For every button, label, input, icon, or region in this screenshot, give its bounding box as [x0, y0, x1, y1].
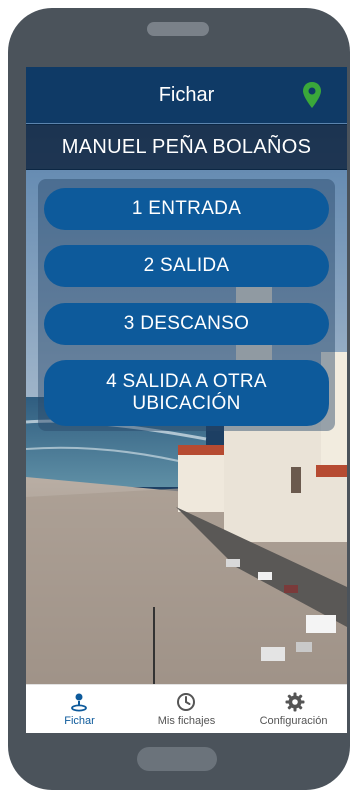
app-screen: Fichar MANUEL PEÑA BOLAÑOS 1 ENTRADA 2 S… — [26, 67, 347, 733]
app-header: Fichar — [26, 67, 347, 123]
phone-speaker — [147, 22, 209, 36]
map-marker-icon[interactable] — [302, 82, 322, 108]
nav-item-mis-fichajes[interactable]: Mis fichajes — [133, 685, 240, 733]
person-pin-icon — [71, 693, 87, 712]
gear-icon — [285, 692, 305, 712]
user-name-bar: MANUEL PEÑA BOLAÑOS — [26, 124, 347, 170]
clock-icon — [177, 693, 195, 711]
nav-label-configuracion: Configuración — [259, 715, 328, 727]
descanso-button[interactable]: 3 DESCANSO — [44, 303, 329, 345]
nav-item-configuracion[interactable]: Configuración — [240, 685, 347, 733]
nav-item-fichar[interactable]: Fichar — [26, 685, 133, 733]
salida-otra-ubicacion-button[interactable]: 4 SALIDA A OTRA UBICACIÓN — [44, 360, 329, 426]
entrada-button[interactable]: 1 ENTRADA — [44, 188, 329, 230]
bottom-navigation: Fichar Mis fichajes Configuración — [26, 684, 347, 733]
salida-button[interactable]: 2 SALIDA — [44, 245, 329, 287]
nav-label-mis-fichajes: Mis fichajes — [157, 715, 216, 727]
phone-home-button[interactable] — [137, 747, 217, 771]
nav-label-fichar: Fichar — [64, 715, 95, 727]
user-name: MANUEL PEÑA BOLAÑOS — [61, 136, 312, 158]
page-title: Fichar — [158, 84, 215, 106]
